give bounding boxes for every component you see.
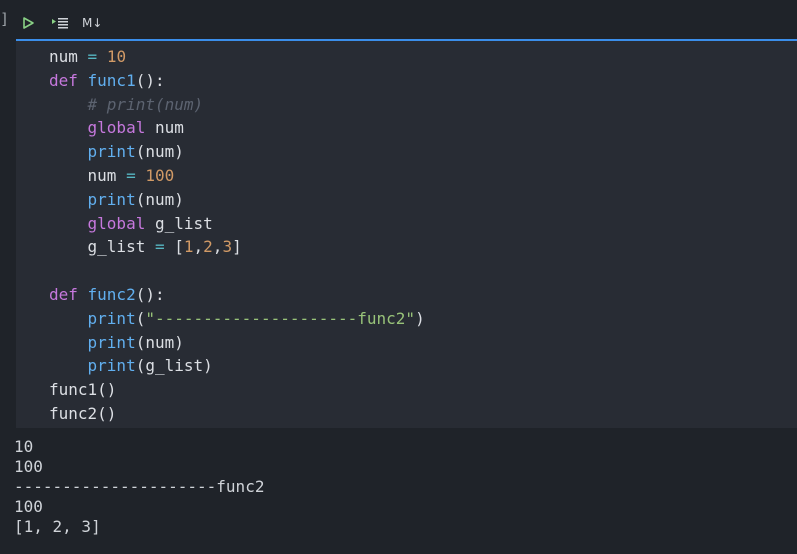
code-line: func1() (49, 378, 425, 402)
code-line: print(g_list) (49, 354, 425, 378)
output-line: 10 (14, 437, 34, 456)
code-token: ] (232, 237, 242, 257)
code-token: = (87, 47, 98, 66)
code-line: num = 10 (49, 45, 425, 69)
code-line: print(num) (49, 188, 425, 212)
code-token: = (126, 165, 136, 185)
code-token: 2 (203, 237, 213, 257)
code-content[interactable]: num = 10 def func1(): # print(num) global… (49, 45, 425, 426)
play-icon (23, 17, 34, 29)
code-token: ( (135, 308, 146, 328)
code-token: func2() (49, 403, 117, 423)
code-token: (g_list) (135, 356, 213, 376)
code-token: (): (135, 284, 165, 304)
code-token: (): (135, 70, 165, 90)
code-token: global (87, 118, 146, 138)
code-token: # print(num) (87, 94, 204, 114)
code-token: ) (415, 308, 425, 328)
code-token: (num) (135, 332, 184, 352)
code-token: print (87, 356, 136, 376)
code-line: func2() (49, 402, 425, 426)
code-token: num (49, 47, 88, 66)
code-token: print (87, 332, 136, 352)
code-token: num (145, 118, 184, 138)
cell-toolbar: M↓ (16, 9, 797, 37)
code-line: print(num) (49, 331, 425, 355)
run-by-line-button[interactable] (48, 11, 72, 35)
code-line: def func1(): (49, 69, 425, 93)
code-token: func1 (87, 70, 136, 90)
code-line: global g_list (49, 212, 425, 236)
code-token: , (193, 237, 204, 257)
code-token: func1() (49, 380, 117, 400)
code-token: num (49, 165, 127, 185)
code-line: num = 100 (49, 164, 425, 188)
code-token: 100 (145, 165, 175, 185)
code-token: [ (164, 237, 184, 257)
code-token: 3 (222, 237, 233, 257)
code-token: , (212, 237, 223, 257)
code-token: def (49, 284, 88, 304)
code-token: = (154, 237, 165, 257)
code-token: (num) (135, 142, 184, 162)
code-token: g_list (49, 237, 155, 257)
code-line: print("---------------------func2") (49, 307, 425, 331)
execution-count-bracket: ] (0, 10, 10, 28)
code-editor[interactable]: num = 10 def func1(): # print(num) global… (16, 41, 797, 428)
run-by-line-icon (52, 18, 68, 29)
code-token: func2 (87, 284, 136, 304)
code-token: print (87, 189, 136, 209)
code-line: # print(num) (49, 93, 425, 117)
code-token: def (49, 70, 88, 90)
code-token: (num) (135, 189, 184, 209)
code-token: 1 (183, 237, 194, 257)
output-line: [1, 2, 3] (14, 517, 101, 536)
cell-output: 10 100 ---------------------func2 100 [1, 2,… (14, 437, 264, 537)
code-token: print (87, 142, 136, 162)
output-line: 100 (14, 457, 43, 476)
code-token: 10 (106, 47, 127, 66)
code-token: print (87, 308, 136, 328)
code-token: g_list (145, 213, 213, 233)
output-line: ---------------------func2 (14, 477, 265, 496)
code-line: def func2(): (49, 283, 425, 307)
convert-to-markdown-button[interactable]: M↓ (80, 16, 104, 30)
output-line: 100 (14, 497, 43, 516)
code-line: print(num) (49, 140, 425, 164)
run-cell-button[interactable] (16, 11, 40, 35)
code-line: g_list = [1,2,3] (49, 235, 425, 259)
code-token: global (87, 213, 146, 233)
code-line: global num (49, 116, 425, 140)
code-token: "---------------------func2" (145, 308, 416, 328)
notebook-page: ] M↓ num = 10 def func1(): # print(num) g… (0, 0, 797, 554)
